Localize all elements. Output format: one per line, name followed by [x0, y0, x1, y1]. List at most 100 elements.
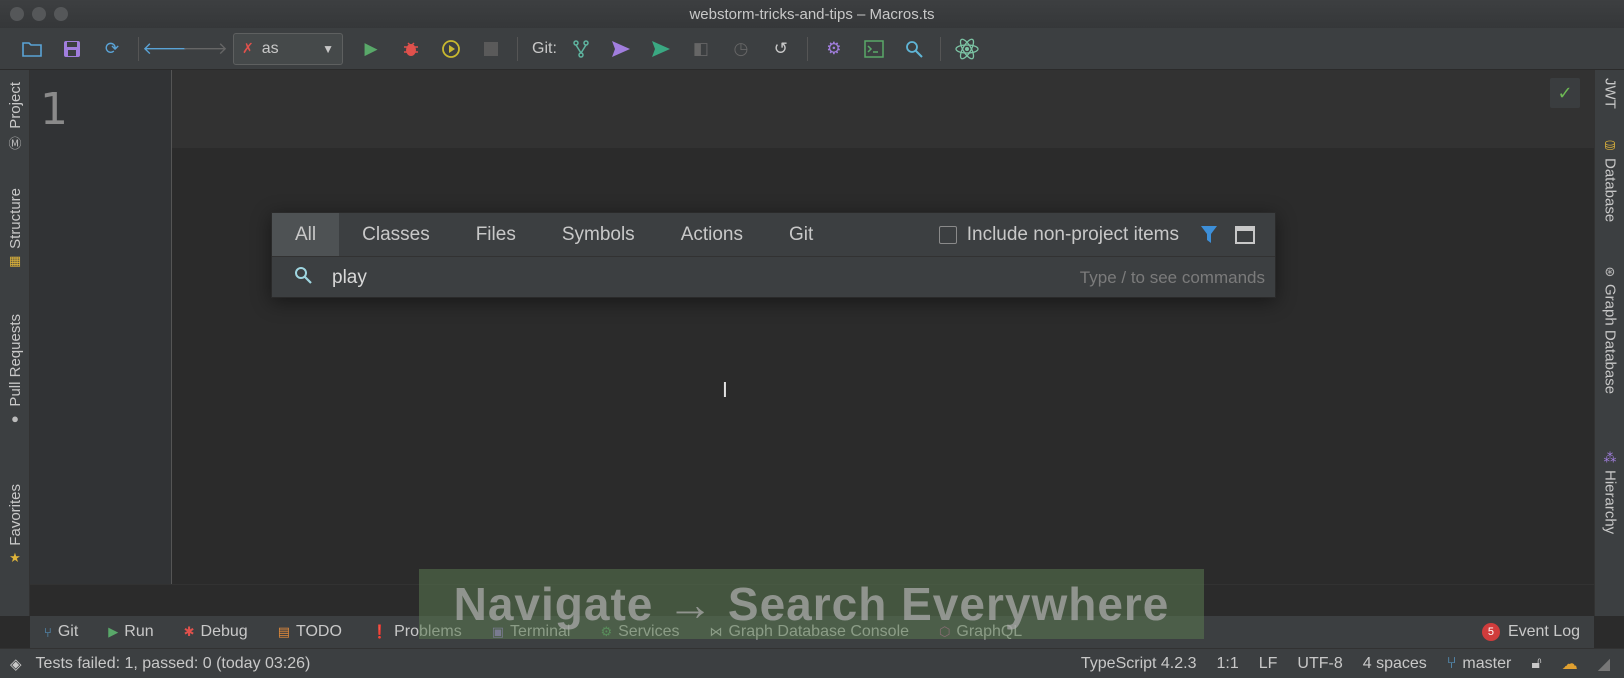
include-checkbox[interactable]	[938, 225, 957, 244]
find-icon[interactable]	[901, 36, 927, 62]
memory-indicator-icon[interactable]: ◢	[1598, 654, 1610, 674]
branch-name: master	[1462, 654, 1512, 672]
toolbar-separator	[806, 36, 808, 61]
run-config-label: as	[261, 39, 279, 57]
tool-tab-problems[interactable]: ❗ Problems	[372, 623, 462, 641]
indent-setting[interactable]: 4 spaces	[1363, 655, 1427, 673]
tool-tab-database[interactable]: ⛁ Database	[1595, 138, 1624, 222]
inspection-ok-icon[interactable]: ✓	[1550, 78, 1580, 108]
git-commit-icon[interactable]	[648, 36, 674, 62]
tab-files[interactable]: Files	[453, 213, 539, 256]
react-icon[interactable]	[954, 36, 980, 62]
zoom-window-button[interactable]	[54, 7, 68, 21]
forward-icon[interactable]: 🡒	[182, 36, 228, 62]
tool-tab-run[interactable]: ▶ Run	[108, 623, 153, 641]
layers-icon[interactable]: ◈	[10, 655, 22, 673]
terminal-icon: ▣	[491, 624, 504, 639]
tool-tab-label: GraphQL	[956, 623, 1023, 640]
status-message[interactable]: Tests failed: 1, passed: 0 (today 03:26)	[36, 655, 311, 673]
tool-tab-label: Terminal	[509, 623, 571, 640]
tool-tab-label: TODO	[295, 623, 342, 640]
tab-git[interactable]: Git	[766, 213, 836, 256]
tool-tab-label: Graph Database Console	[728, 623, 910, 640]
tool-tab-graphql[interactable]: ⬡ GraphQL	[939, 623, 1022, 641]
tool-tab-label: Database	[1601, 158, 1619, 223]
tool-tab-pull-requests[interactable]: Pull Requests ●	[0, 314, 30, 426]
filter-icon[interactable]	[1201, 213, 1217, 256]
status-right: TypeScript 4.2.3 1:1 LF UTF-8 4 spaces ⑂…	[1081, 654, 1624, 674]
tool-tab-graph-database-console[interactable]: ⋈ Graph Database Console	[709, 623, 909, 641]
services-icon: ⚙	[600, 624, 613, 639]
run-icon: ▶	[108, 624, 119, 639]
event-log-label: Event Log	[1507, 623, 1580, 640]
line-separator[interactable]: LF	[1259, 655, 1278, 673]
tab-symbols[interactable]: Symbols	[539, 213, 658, 256]
git-rollback-icon[interactable]: ↺	[768, 36, 794, 62]
search-row: Type / to see commands	[272, 257, 1275, 298]
back-icon[interactable]: 🡐	[142, 36, 188, 62]
git-push-icon[interactable]	[608, 36, 634, 62]
include-label: Include non-project items	[966, 223, 1179, 245]
git-history-icon[interactable]: ◷	[728, 36, 754, 62]
tool-tab-structure[interactable]: Structure ▦	[0, 188, 30, 269]
title-bar: webstorm-tricks-and-tips – Macros.ts	[0, 0, 1624, 28]
close-window-button[interactable]	[10, 7, 24, 21]
run-icon[interactable]: ▶	[358, 36, 384, 62]
file-encoding[interactable]: UTF-8	[1297, 655, 1342, 673]
tool-tab-label: Graph Database	[1601, 284, 1619, 395]
window-title: webstorm-tricks-and-tips – Macros.ts	[689, 5, 935, 23]
run-configuration-select[interactable]: ✗ as ▼	[233, 32, 343, 65]
hierarchy-icon: ⁂	[1603, 450, 1617, 465]
settings-icon[interactable]: ⚙	[821, 36, 847, 62]
minimize-window-button[interactable]	[32, 7, 46, 21]
current-line-highlight	[172, 70, 1594, 148]
git-label: Git:	[532, 39, 557, 57]
stop-icon[interactable]	[478, 36, 504, 62]
tool-tab-terminal[interactable]: ▣ Terminal	[492, 623, 571, 641]
caret-position[interactable]: 1:1	[1217, 655, 1239, 673]
tab-classes[interactable]: Classes	[339, 213, 453, 256]
language-widget[interactable]: TypeScript 4.2.3	[1081, 655, 1197, 673]
tool-tab-project[interactable]: Project Ⓜ	[0, 82, 30, 152]
lock-icon[interactable]: 🔓︎	[1531, 655, 1541, 673]
git-icon: ⑂	[44, 624, 52, 640]
tab-all[interactable]: All	[272, 213, 340, 256]
update-warning-icon[interactable]: ☁	[1562, 654, 1578, 674]
toolbar-separator	[939, 36, 941, 61]
project-icon: Ⓜ	[8, 135, 22, 151]
git-compare-icon[interactable]: ◧	[688, 36, 714, 62]
tool-tab-label: Pull Requests	[6, 314, 24, 407]
tool-tab-hierarchy[interactable]: ⁂ Hierarchy	[1595, 450, 1624, 534]
tool-tab-favorites[interactable]: Favorites ★	[0, 484, 30, 566]
include-non-project-toggle[interactable]: Include non-project items	[938, 213, 1179, 256]
git-branch-widget[interactable]: ⑂ master	[1447, 655, 1512, 673]
sync-icon[interactable]: ⟳	[99, 36, 125, 62]
tool-tab-graph-database[interactable]: ⊛ Graph Database	[1595, 264, 1624, 394]
code-editor[interactable]: ✓	[172, 70, 1594, 584]
open-folder-icon[interactable]	[19, 36, 45, 62]
tool-tab-services[interactable]: ⚙ Services	[600, 623, 679, 641]
bottom-tool-bar: ⑂ Git ▶ Run ✱ Debug ▤ TODO ❗ Problems ▣ Termin…	[30, 616, 1594, 648]
debug-icon[interactable]	[398, 36, 424, 62]
tool-tab-label: Git	[57, 623, 79, 640]
chevron-down-icon: ▼	[322, 41, 334, 56]
open-in-window-icon[interactable]	[1235, 213, 1255, 256]
event-log-button[interactable]: 5 Event Log	[1481, 623, 1580, 641]
window-controls	[10, 7, 68, 21]
tab-actions[interactable]: Actions	[658, 213, 766, 256]
github-icon: ●	[11, 410, 19, 426]
tool-tab-todo[interactable]: ▤ TODO	[278, 623, 342, 641]
text-cursor-icon: I	[722, 378, 728, 402]
status-left: ◈ Tests failed: 1, passed: 0 (today 03:2…	[0, 655, 310, 673]
search-everywhere-popup: All Classes Files Symbols Actions Git In…	[271, 212, 1276, 298]
coverage-icon[interactable]	[438, 36, 464, 62]
share-icon: ⋈	[709, 624, 723, 639]
tool-tab-git[interactable]: ⑂ Git	[44, 623, 78, 641]
save-icon[interactable]	[59, 36, 85, 62]
tool-tab-debug[interactable]: ✱ Debug	[184, 623, 248, 641]
search-input[interactable]	[332, 266, 832, 289]
git-branches-icon[interactable]	[568, 36, 594, 62]
tool-tab-jwt[interactable]: JWT	[1595, 78, 1624, 109]
editor-horizontal-scroll[interactable]	[30, 584, 1594, 616]
terminal-icon[interactable]	[861, 36, 887, 62]
